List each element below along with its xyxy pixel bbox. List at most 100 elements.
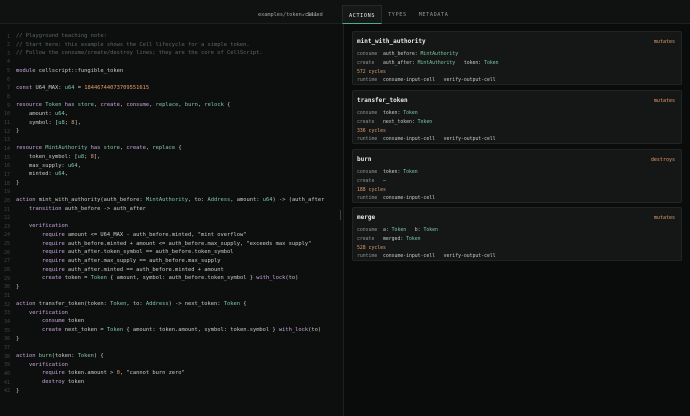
runtime-label: runtime (357, 254, 378, 259)
action-effect-badge: mutates (653, 98, 675, 104)
action-name: transfer_token (357, 97, 408, 104)
row-key: create (357, 61, 375, 66)
code-line: verification (28, 223, 68, 230)
line-number: 29 (3, 275, 10, 282)
cycle-count: 188 cycles (357, 188, 386, 193)
code-line: transition auth_before -> auth_after (28, 206, 146, 212)
check-icon: ✓ (302, 12, 306, 18)
top-bar: examples/token.cell ✓ Saved ACTIONS TYPES… (0, 0, 690, 24)
row-key: consume (357, 170, 378, 175)
line-number: 15 (3, 154, 10, 161)
code-editor[interactable]: 1 2 3 4 5 6 7 8 9 10 11 12 13 14 15 16 17 18 19 20 21 22 23 24 2… (0, 24, 341, 416)
line-number: 3 (6, 50, 10, 57)
line-number: 13 (3, 137, 10, 144)
action-effect-badge: destroys (650, 157, 675, 163)
line-number: 1 (6, 33, 10, 40)
line-number: 32 (3, 301, 10, 308)
panel-resize-handle[interactable] (340, 210, 341, 220)
code-line: amount: u64, (16, 110, 68, 117)
line-number: 34 (3, 318, 10, 325)
line-number: 42 (3, 388, 10, 395)
row-value: auth_before: MintAuthority (383, 52, 459, 57)
line-number: 35 (3, 327, 10, 334)
code-line: token_symbol: [u8; 8], (16, 154, 101, 161)
line-gutter: 1 2 3 4 5 6 7 8 9 10 11 12 13 14 15 16 17 18 19 20 21 22 23 24 2… (0, 24, 12, 416)
line-number: 19 (3, 189, 10, 196)
code-line: resource Token has store, create, consum… (16, 102, 231, 109)
code-line: } (16, 180, 20, 187)
line-number: 17 (3, 171, 10, 178)
line-number: 9 (6, 102, 10, 109)
row-value: token: Token (383, 170, 418, 175)
runtime-label: runtime (357, 137, 378, 142)
line-number: 39 (3, 362, 10, 369)
code-line: require auth_after.token_symbol == auth_… (41, 249, 234, 256)
row-key: create (357, 120, 375, 125)
line-number: 16 (3, 163, 10, 170)
action-effect-badge: mutates (653, 39, 675, 45)
tab-actions[interactable]: ACTIONS (342, 5, 383, 24)
cycle-count: 572 cycles (357, 70, 386, 75)
code-line: verification (28, 361, 68, 368)
row-value: a: Token b: Token (383, 228, 438, 233)
line-number: 5 (6, 68, 10, 75)
code-line: verification (28, 309, 68, 316)
code-line: require token.amount > 0, "cannot burn z… (41, 370, 185, 377)
code-line: require auth_after.minted == auth_before… (41, 266, 224, 273)
runtime-value: consume-input-cell verify-output-cell (383, 254, 496, 259)
saved-status: ✓ Saved (302, 12, 323, 18)
tab-metadata[interactable]: METADATA (413, 5, 455, 24)
line-number: 4 (6, 59, 10, 66)
code-line: // Start here: this example shows the Ce… (16, 41, 250, 48)
panel-tabs: ACTIONS TYPES METADATA (342, 5, 454, 24)
line-number: 11 (3, 120, 10, 126)
action-name: burn (357, 156, 372, 163)
runtime-label: runtime (357, 196, 378, 201)
code-line: action mint_with_authority(auth_before: … (16, 197, 325, 204)
line-number: 28 (3, 267, 10, 274)
line-number: 41 (3, 379, 10, 386)
saved-label: Saved (307, 12, 323, 18)
action-card-burn[interactable]: burn destroys consume token: Token create — 18… (352, 149, 682, 203)
code-line: } (16, 283, 20, 290)
runtime-label: runtime (357, 78, 378, 83)
line-number: 22 (3, 215, 10, 222)
line-number: 24 (3, 232, 10, 239)
line-number: 10 (3, 111, 10, 118)
row-value: — (383, 179, 386, 184)
action-card-mint-with-authority[interactable]: mint_with_authority mutates consume auth_be… (352, 31, 682, 85)
action-effect-badge: mutates (653, 215, 675, 221)
row-key: create (357, 179, 375, 184)
code-line: // Playground teaching note: (16, 33, 107, 39)
row-key: consume (357, 111, 378, 116)
line-number: 20 (3, 197, 10, 204)
line-number: 7 (6, 85, 10, 92)
tab-types[interactable]: TYPES (382, 5, 413, 24)
line-number: 21 (3, 206, 10, 213)
line-number: 25 (3, 241, 10, 248)
line-number: 23 (3, 223, 10, 230)
line-number: 40 (3, 370, 10, 377)
row-value: next_token: Token (383, 120, 433, 125)
action-card-merge[interactable]: merge mutates consume a: Token b: Token crea… (352, 207, 682, 261)
line-number: 36 (3, 336, 10, 343)
code-line: module cellscript::fungible_token (16, 67, 124, 74)
code-line: const U64_MAX: u64 = 1844674407370955161… (16, 84, 150, 91)
line-number: 38 (3, 353, 10, 360)
row-key: consume (357, 228, 378, 233)
code-line: // Follow the consume/create/destroy lin… (16, 50, 263, 57)
line-number: 31 (3, 293, 10, 299)
action-name: merge (357, 214, 376, 221)
row-value: auth_after: MintAuthority token: Token (383, 61, 499, 66)
line-number: 8 (6, 94, 10, 101)
code-line: minted: u64, (16, 171, 68, 178)
line-number: 2 (6, 42, 10, 49)
action-card-transfer-token[interactable]: transfer_token mutates consume token: Token… (352, 90, 682, 144)
code-line: require auth_after.max_supply == auth_be… (41, 257, 221, 264)
row-key: consume (357, 52, 378, 57)
runtime-value: consume-input-cell (383, 196, 435, 201)
code-line: create next_token = Token { amount: toke… (41, 327, 322, 334)
line-number: 6 (6, 76, 10, 83)
line-number: 26 (3, 249, 10, 256)
line-number: 18 (3, 180, 10, 187)
